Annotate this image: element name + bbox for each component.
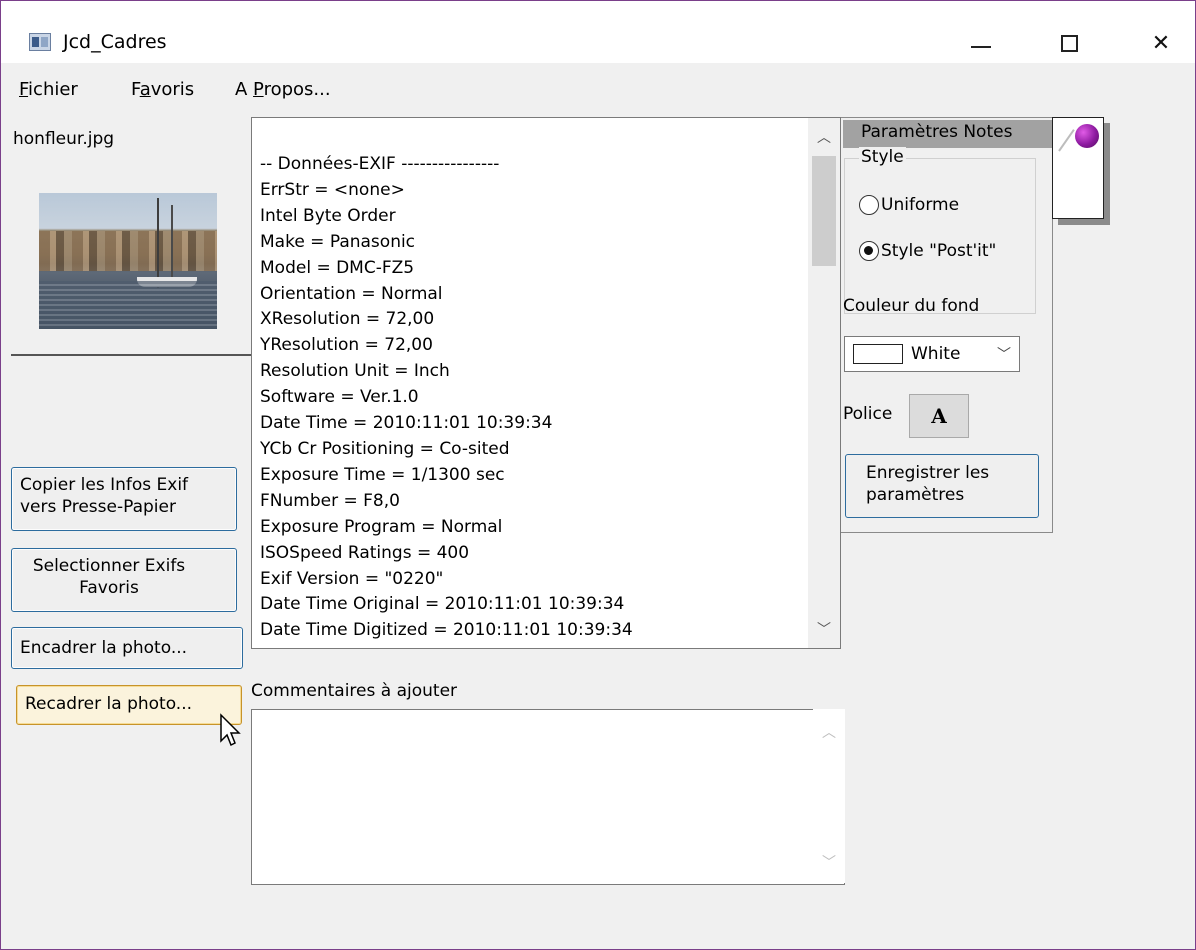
exif-line: Date Time = 2010:11:01 10:39:34 (260, 413, 553, 434)
image-filename: honfleur.jpg (13, 129, 115, 149)
exif-line: Model = DMC-FZ5 (260, 257, 415, 278)
postit-preview (1052, 117, 1104, 219)
comments-textarea[interactable] (251, 709, 845, 885)
app-icon (29, 33, 51, 51)
exif-line: XResolution = 72,00 (260, 309, 435, 330)
menu-fichier[interactable]: Fichier (19, 79, 78, 100)
font-label: Police (843, 404, 893, 424)
background-color-label: Couleur du fond (843, 296, 980, 316)
exif-text: -- Données-EXIF ---------------- ErrStr =… (260, 152, 633, 644)
chevron-down-icon[interactable]: ﹀ (808, 614, 840, 644)
exif-line: Exposure Time = 1/1300 sec (260, 464, 505, 485)
copy-exif-button[interactable]: Copier les Infos Exif vers Presse-Papier (11, 467, 237, 531)
pushpin-icon (1075, 124, 1099, 148)
scroll-thumb[interactable] (812, 156, 836, 266)
minimize-button[interactable] (961, 25, 1001, 61)
select-exif-favorites-button[interactable]: Selectionner Exifs Favoris (11, 548, 237, 612)
exif-line: Exposure Program = Normal (260, 516, 503, 537)
menu-a-propos[interactable]: A Propos... (235, 79, 331, 100)
radio-uniforme[interactable]: Uniforme (859, 195, 959, 215)
radio-checked-icon (859, 241, 879, 261)
comments-label: Commentaires à ajouter (251, 681, 466, 701)
exif-line: Date Time Digitized = 2010:11:01 10:39:3… (260, 620, 633, 641)
close-button[interactable]: ✕ (1141, 25, 1181, 61)
exif-line: Orientation = Normal (260, 283, 443, 304)
minimize-icon (971, 46, 991, 48)
exif-line: FNumber = F8,0 (260, 490, 400, 511)
exif-line: Exif Version = "0220" (260, 568, 444, 589)
maximize-button[interactable] (1049, 25, 1089, 61)
exif-line: Intel Byte Order (260, 205, 396, 226)
title-bar: Jcd_Cadres ✕ (1, 1, 1195, 63)
chevron-up-icon[interactable]: ︿ (808, 122, 840, 152)
notes-settings-panel: Paramètres Notes Style Uniforme Style "P… (841, 117, 1053, 533)
style-group: Style Uniforme Style "Post'it" (844, 147, 1036, 314)
radio-circle-icon (859, 195, 879, 215)
radio-postit[interactable]: Style "Post'it" (859, 241, 996, 261)
save-settings-button[interactable]: Enregistrer les paramètres (845, 454, 1039, 518)
maximize-icon (1060, 34, 1078, 52)
exif-line: Make = Panasonic (260, 231, 416, 252)
window-title: Jcd_Cadres (63, 31, 167, 53)
mouse-cursor-icon (220, 713, 241, 747)
background-color-value: White (911, 344, 961, 364)
exif-textarea[interactable]: -- Données-EXIF ---------------- ErrStr =… (251, 117, 841, 649)
menu-bar: Fichier Favoris A Propos... (1, 79, 801, 109)
exif-line: ISOSpeed Ratings = 400 (260, 542, 470, 563)
app-window: Jcd_Cadres ✕ Fichier Favoris A Propos...… (0, 0, 1196, 950)
crop-photo-button[interactable]: Recadrer la photo... (16, 685, 242, 725)
exif-line: Software = Ver.1.0 (260, 387, 419, 408)
font-button[interactable]: A (909, 394, 969, 438)
exif-line: -- Données-EXIF ---------------- (260, 154, 500, 174)
background-color-select[interactable]: White ﹀ (844, 336, 1020, 372)
exif-line: YResolution = 72,00 (260, 335, 433, 356)
style-legend: Style (859, 147, 906, 167)
menu-favoris[interactable]: Favoris (131, 79, 194, 100)
exif-line: ErrStr = <none> (260, 179, 405, 200)
color-swatch (853, 344, 903, 364)
notes-settings-header: Paramètres Notes (843, 120, 1053, 148)
exif-line: YCb Cr Positioning = Co-sited (260, 438, 510, 459)
exif-scrollbar[interactable]: ︿ ﹀ (808, 118, 840, 648)
thumbnail-frame (11, 166, 251, 356)
close-icon: ✕ (1151, 30, 1171, 56)
thumbnail-image (39, 193, 217, 329)
exif-line: Date Time Original = 2010:11:01 10:39:34 (260, 594, 625, 615)
exif-line: Resolution Unit = Inch (260, 361, 450, 382)
chevron-down-icon: ﹀ (997, 347, 1011, 363)
frame-photo-button[interactable]: Encadrer la photo... (11, 627, 243, 669)
